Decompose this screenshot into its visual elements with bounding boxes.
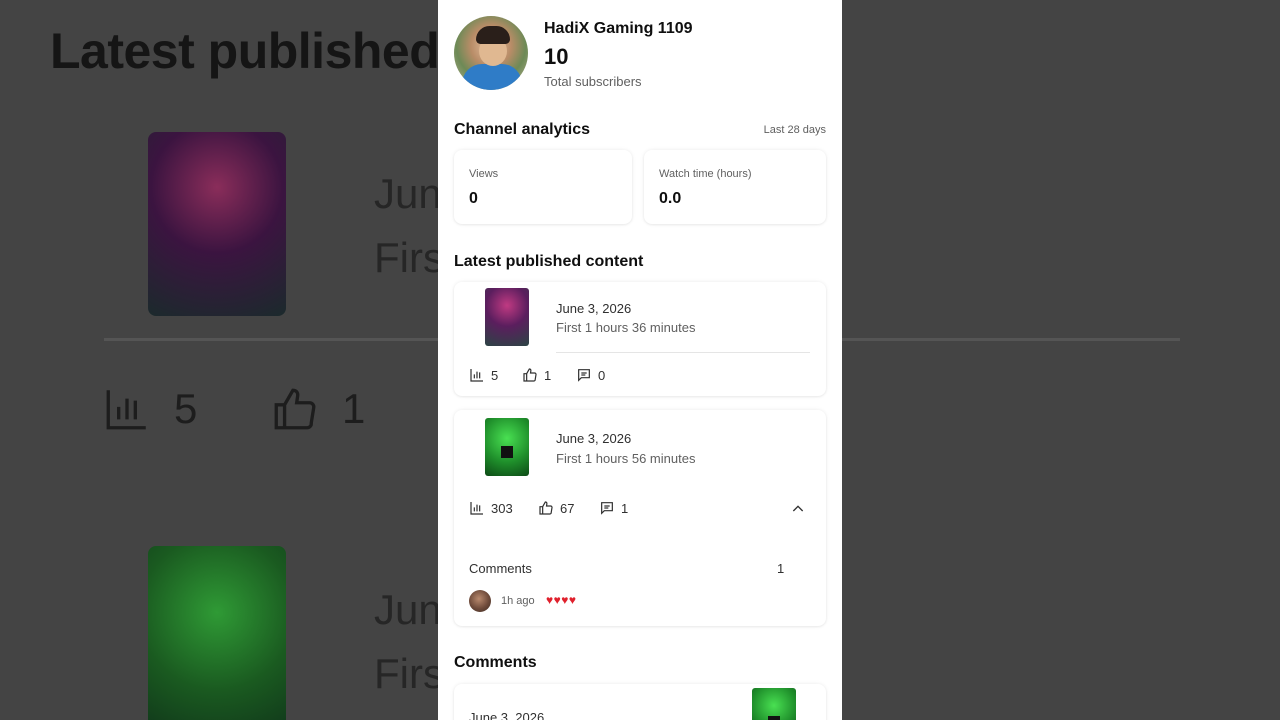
watch-time-label: Watch time (hours) (659, 168, 752, 180)
analytics-period: Last 28 days (763, 124, 826, 136)
background-item2-date: Jun (374, 586, 442, 633)
comments-section-title: Comments (454, 654, 537, 671)
views-value: 0 (469, 190, 478, 207)
item-subtitle: First 1 hours 36 minutes (556, 320, 696, 335)
views-count: 303 (491, 500, 513, 516)
background-item1-date: Jun (374, 170, 442, 217)
comments-stat: 1 (599, 500, 628, 516)
divider (556, 352, 810, 353)
views-label: Views (469, 168, 499, 180)
comment-icon (601, 502, 613, 515)
comments-count: 1 (621, 500, 629, 516)
watch-time-value: 0.0 (659, 190, 682, 207)
bar-chart-icon (470, 502, 483, 515)
content-item[interactable]: June 3, 2026 First 1 hours 36 minutes 5 … (454, 282, 826, 396)
likes-count: 1 (544, 367, 552, 383)
background-views-stat: 5 (102, 384, 197, 434)
channel-profile: HadiX Gaming 1109 10 Total subscribers (454, 16, 693, 90)
background-item1-sub: Firs (374, 234, 444, 281)
subscriber-count: 10 (544, 44, 569, 69)
views-card[interactable]: Views 0 (454, 150, 632, 224)
comment-card-date: June 3, 2026 (469, 710, 545, 720)
channel-name: HadiX Gaming 1109 (544, 20, 693, 37)
channel-avatar[interactable] (454, 16, 528, 90)
bar-chart-icon (106, 390, 146, 430)
comment-text: ♥♥♥♥ (546, 593, 577, 607)
background-views-value: 5 (174, 385, 198, 432)
dashboard-panel: HadiX Gaming 1109 10 Total subscribers C… (438, 0, 842, 720)
video-thumbnail[interactable] (752, 688, 796, 720)
background-thumbnail-2 (148, 546, 286, 720)
item-date: June 3, 2026 (556, 301, 632, 316)
views-stat: 303 (469, 500, 513, 516)
watch-time-card[interactable]: Watch time (hours) 0.0 (644, 150, 826, 224)
likes-stat: 1 (522, 367, 551, 383)
commenter-avatar[interactable] (469, 590, 491, 612)
comments-total: 1 (777, 561, 785, 576)
comment-card[interactable]: June 3, 2026 (454, 684, 826, 720)
views-stat: 5 (469, 367, 498, 383)
video-thumbnail[interactable] (485, 418, 529, 476)
background-likes-value: 1 (342, 385, 366, 432)
likes-count: 67 (560, 500, 575, 516)
item-date: June 3, 2026 (556, 431, 632, 446)
comments-count: 0 (598, 367, 606, 383)
subscriber-label: Total subscribers (544, 74, 642, 89)
background-item2-sub: Firs (374, 650, 444, 697)
views-count: 5 (491, 367, 499, 383)
background-title: Latest published (50, 23, 440, 79)
bar-chart-icon (470, 369, 483, 382)
background-likes-stat: 1 (270, 384, 365, 434)
thumb-up-icon (523, 368, 537, 382)
comments-label: Comments (469, 561, 532, 576)
background-thumbnail-1 (148, 132, 286, 316)
analytics-title: Channel analytics (454, 121, 591, 138)
video-thumbnail[interactable] (485, 288, 529, 346)
content-item-expanded[interactable]: June 3, 2026 First 1 hours 56 minutes 30… (454, 410, 826, 626)
comment-icon (578, 369, 590, 382)
thumb-up-icon (539, 501, 553, 515)
comments-stat: 0 (576, 367, 605, 383)
comment-time: 1h ago (501, 595, 535, 607)
item-subtitle: First 1 hours 56 minutes (556, 451, 696, 466)
chevron-up-icon[interactable] (790, 501, 806, 517)
latest-content-title: Latest published content (454, 253, 644, 270)
likes-stat: 67 (538, 500, 574, 516)
thumb-up-icon (274, 388, 316, 430)
